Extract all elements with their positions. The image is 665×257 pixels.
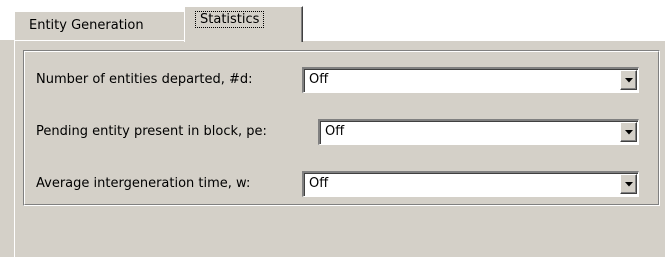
tab-label: Statistics bbox=[194, 11, 265, 28]
field-label: Average intergeneration time, w: bbox=[36, 176, 251, 191]
field-label: Number of entities departed, #d: bbox=[36, 72, 253, 87]
intergeneration-time-dropdown[interactable]: Off bbox=[302, 171, 639, 197]
pending-entity-dropdown[interactable]: Off bbox=[318, 119, 639, 145]
field-row-entities-departed: Number of entities departed, #d: Off bbox=[36, 67, 656, 93]
dropdown-value: Off bbox=[309, 176, 329, 191]
chevron-down-icon bbox=[625, 182, 633, 187]
dropdown-value: Off bbox=[325, 124, 345, 139]
field-row-pending-entity: Pending entity present in block, pe: Off bbox=[36, 119, 656, 145]
chevron-down-icon bbox=[625, 130, 633, 135]
statistics-panel: Number of entities departed, #d: Off Pen… bbox=[14, 40, 665, 257]
dropdown-value: Off bbox=[309, 72, 329, 87]
block-parameters-dialog: Entity Generation Statistics Number of e… bbox=[0, 0, 665, 257]
dropdown-button[interactable] bbox=[620, 174, 637, 194]
tab-entity-generation[interactable]: Entity Generation bbox=[14, 11, 186, 40]
tab-label: Entity Generation bbox=[29, 18, 144, 33]
dropdown-button[interactable] bbox=[620, 122, 637, 142]
dropdown-button[interactable] bbox=[620, 70, 637, 90]
entities-departed-dropdown[interactable]: Off bbox=[302, 67, 639, 93]
field-label: Pending entity present in block, pe: bbox=[36, 124, 267, 139]
tab-statistics[interactable]: Statistics bbox=[184, 6, 303, 42]
statistics-group: Number of entities departed, #d: Off Pen… bbox=[23, 50, 660, 206]
field-row-intergeneration-time: Average intergeneration time, w: Off bbox=[36, 171, 656, 197]
chevron-down-icon bbox=[625, 78, 633, 83]
